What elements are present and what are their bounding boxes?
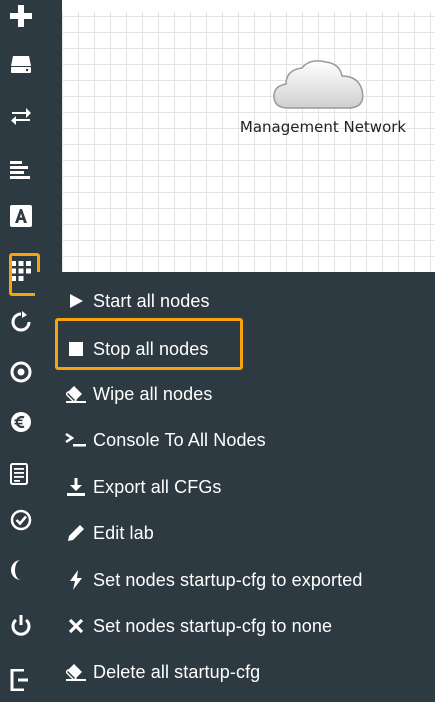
network-node-label: Management Network — [239, 118, 407, 136]
plus-icon — [10, 5, 32, 27]
eraser-icon — [65, 383, 87, 405]
nodes-button[interactable] — [0, 46, 62, 82]
target-icon — [10, 361, 32, 383]
network-node[interactable]: Management Network — [228, 56, 418, 146]
x-icon — [65, 615, 87, 637]
menu-item-console-to-all-nodes[interactable]: Console To All Nodes — [65, 420, 266, 460]
swap-arrows-icon — [11, 108, 31, 125]
play-icon — [65, 290, 87, 312]
terminal-icon — [65, 429, 87, 451]
menu-item-set-startup-none[interactable]: Set nodes startup-cfg to none — [65, 606, 332, 646]
power-icon — [11, 615, 31, 636]
add-object-button[interactable] — [0, 0, 62, 32]
refresh-icon — [11, 311, 31, 332]
pencil-icon — [65, 522, 87, 544]
menu-item-delete-all-startup-cfg[interactable]: Delete all startup-cfg — [65, 652, 260, 692]
menu-item-export-all-cfgs[interactable]: Export all CFGs — [65, 467, 222, 507]
drive-icon — [11, 56, 31, 73]
menu-item-set-startup-exported[interactable]: Set nodes startup-cfg to exported — [65, 560, 362, 600]
menu-item-start-all-nodes[interactable]: Start all nodes — [65, 281, 210, 321]
networks-button[interactable] — [0, 98, 62, 134]
download-icon — [65, 476, 87, 498]
menu-item-wipe-all-nodes[interactable]: Wipe all nodes — [65, 374, 212, 414]
check-circle-icon — [10, 509, 32, 531]
eraser-icon — [65, 661, 87, 683]
menu-item-edit-lab[interactable]: Edit lab — [65, 513, 154, 553]
cloud-icon — [273, 60, 364, 109]
text-align-icon — [10, 161, 30, 179]
list-doc-icon — [10, 463, 28, 485]
menu-highlight-box — [55, 318, 243, 370]
pictures-button[interactable] — [0, 198, 62, 234]
half-moon-icon — [11, 560, 21, 580]
cropped-header — [0, 0, 435, 12]
euro-circle-icon — [11, 412, 31, 432]
bolt-icon — [65, 569, 87, 591]
font-icon — [10, 205, 32, 227]
exit-icon — [10, 669, 28, 691]
startup-configs-button[interactable] — [0, 152, 62, 188]
